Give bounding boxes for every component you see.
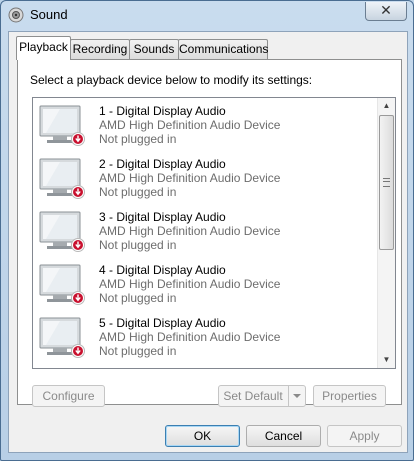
close-icon: ✕ — [380, 3, 392, 19]
monitor-icon — [39, 158, 85, 199]
sound-dialog: Sound ✕ Playback Recording Sounds Commun… — [0, 0, 414, 461]
device-name: 1 - Digital Display Audio — [99, 104, 226, 118]
properties-button[interactable]: Properties — [313, 385, 386, 407]
ok-button[interactable]: OK — [165, 425, 240, 447]
device-name: 4 - Digital Display Audio — [99, 263, 226, 277]
tab-sounds[interactable]: Sounds — [129, 39, 179, 59]
window-title: Sound — [30, 7, 68, 22]
monitor-icon — [39, 211, 85, 252]
monitor-icon — [39, 264, 85, 305]
grip-icon — [383, 178, 390, 187]
scroll-down-icon[interactable]: ▼ — [378, 352, 395, 368]
list-item[interactable]: 2 - Digital Display Audio AMD High Defin… — [37, 154, 367, 207]
device-name: 5 - Digital Display Audio — [99, 316, 226, 330]
device-description: AMD High Definition Audio Device — [99, 277, 281, 291]
close-button[interactable]: ✕ — [365, 2, 407, 21]
monitor-icon — [39, 317, 85, 358]
device-name: 3 - Digital Display Audio — [99, 210, 226, 224]
instruction-text: Select a playback device below to modify… — [30, 73, 313, 87]
monitor-icon — [39, 105, 85, 146]
tab-playback[interactable]: Playback — [16, 36, 71, 60]
device-list[interactable]: 1 - Digital Display Audio AMD High Defin… — [32, 97, 396, 369]
device-status: Not plugged in — [99, 185, 177, 199]
device-status: Not plugged in — [99, 291, 177, 305]
vertical-scrollbar[interactable]: ▲ ▼ — [377, 98, 395, 368]
cancel-button[interactable]: Cancel — [246, 425, 321, 447]
set-default-button[interactable]: Set Default — [218, 385, 306, 407]
speaker-icon — [8, 7, 24, 23]
device-status: Not plugged in — [99, 238, 177, 252]
device-description: AMD High Definition Audio Device — [99, 224, 281, 238]
device-status: Not plugged in — [99, 132, 177, 146]
scrollbar-thumb[interactable] — [379, 115, 394, 250]
device-description: AMD High Definition Audio Device — [99, 171, 281, 185]
list-item[interactable]: 5 - Digital Display Audio AMD High Defin… — [37, 313, 367, 366]
title-bar[interactable]: Sound ✕ — [1, 1, 413, 29]
apply-button[interactable]: Apply — [327, 425, 402, 447]
device-description: AMD High Definition Audio Device — [99, 118, 281, 132]
list-item[interactable]: 3 - Digital Display Audio AMD High Defin… — [37, 207, 367, 260]
set-default-dropdown-icon[interactable] — [288, 386, 305, 406]
playback-panel: Select a playback device below to modify… — [17, 59, 402, 407]
tab-communications[interactable]: Communications — [178, 39, 268, 59]
configure-button[interactable]: Configure — [32, 385, 105, 407]
set-default-label: Set Default — [223, 389, 283, 403]
device-status: Not plugged in — [99, 344, 177, 358]
list-item[interactable]: 1 - Digital Display Audio AMD High Defin… — [37, 101, 367, 154]
device-description: AMD High Definition Audio Device — [99, 330, 281, 344]
list-item[interactable]: 4 - Digital Display Audio AMD High Defin… — [37, 260, 367, 313]
dialog-body: Playback Recording Sounds Communications… — [8, 31, 408, 453]
scroll-up-icon[interactable]: ▲ — [378, 98, 395, 114]
device-name: 2 - Digital Display Audio — [99, 157, 226, 171]
tab-recording[interactable]: Recording — [70, 39, 130, 59]
